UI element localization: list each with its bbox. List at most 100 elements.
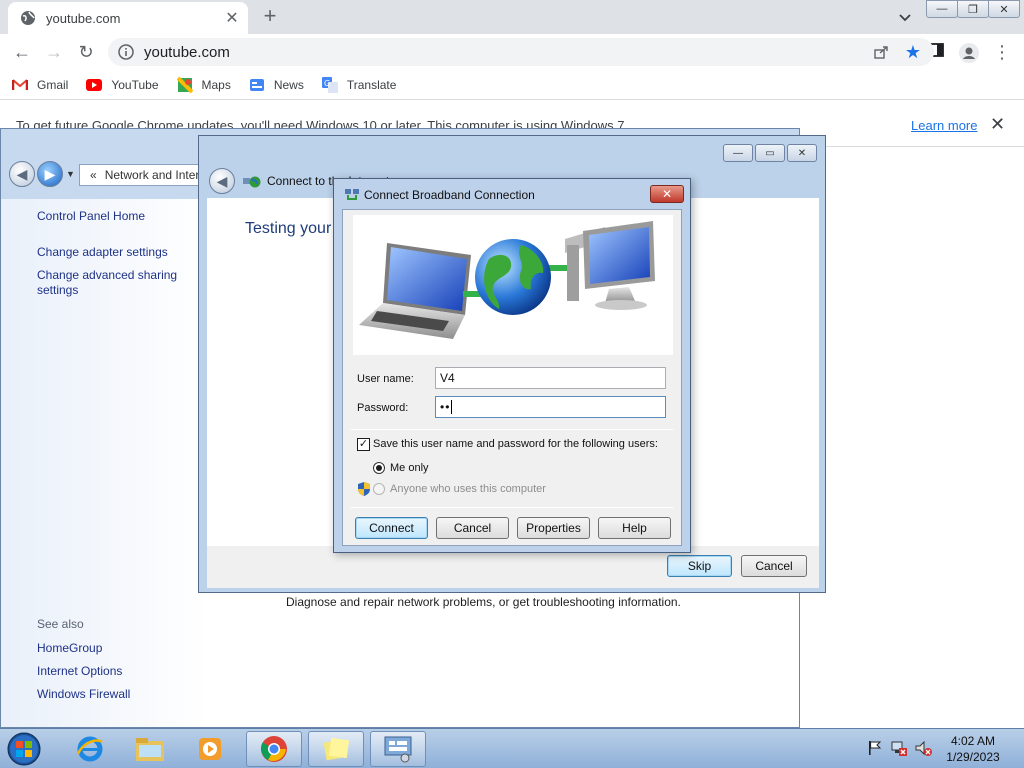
- help-button[interactable]: Help: [598, 517, 671, 539]
- restore-button[interactable]: ❐: [957, 0, 989, 18]
- tab-close-button[interactable]: ✕: [220, 8, 244, 28]
- close-window-button[interactable]: ✕: [988, 0, 1020, 18]
- svg-text:G: G: [324, 79, 330, 88]
- wizard-minimize-button[interactable]: —: [723, 144, 753, 162]
- bookmark-maps[interactable]: Maps: [176, 76, 231, 93]
- profile-avatar-icon[interactable]: [958, 42, 979, 63]
- save-credentials-label[interactable]: Save this user name and password for the…: [373, 438, 658, 450]
- taskbar-internet-explorer[interactable]: [62, 731, 118, 767]
- youtube-icon: [86, 77, 103, 93]
- uac-shield-icon: [358, 482, 370, 496]
- dialog-close-button[interactable]: ✕: [650, 185, 684, 203]
- breadcrumb-overflow[interactable]: «: [90, 168, 97, 182]
- anyone-radio[interactable]: [373, 483, 385, 495]
- taskbar-media-player[interactable]: [182, 731, 238, 767]
- username-label: User name:: [357, 373, 414, 385]
- site-info-icon[interactable]: [118, 44, 134, 60]
- me-only-label[interactable]: Me only: [390, 462, 429, 474]
- bookmark-star-icon[interactable]: ★: [902, 41, 924, 63]
- wizard-back-icon[interactable]: ◀: [209, 168, 235, 194]
- wizard-window-controls: — ▭ ✕: [721, 144, 817, 162]
- explorer-address-bar[interactable]: « Network and Internet: [79, 164, 209, 186]
- forward-arrow-icon[interactable]: →: [44, 42, 64, 62]
- password-input[interactable]: ••: [435, 396, 666, 418]
- properties-button[interactable]: Properties: [517, 517, 590, 539]
- action-center-flag-icon[interactable]: [866, 739, 884, 757]
- control-panel-icon: [384, 736, 412, 763]
- share-icon[interactable]: [870, 41, 892, 63]
- maps-icon: [176, 76, 193, 93]
- bookmark-gmail[interactable]: Gmail: [12, 77, 68, 93]
- divider: [351, 429, 673, 430]
- text-caret: [451, 400, 453, 414]
- bookmarks-bar: Gmail YouTube Maps News G Translate: [0, 70, 1024, 100]
- chrome-tabstrip: youtube.com ✕ + — ❐ ✕: [0, 0, 1024, 34]
- skip-button[interactable]: Skip: [667, 555, 732, 577]
- recent-pages-chevron-icon[interactable]: ▼: [66, 169, 75, 179]
- connect-button[interactable]: Connect: [355, 517, 428, 539]
- bookmark-translate[interactable]: G Translate: [321, 76, 396, 93]
- wizard-cancel-button[interactable]: Cancel: [741, 555, 807, 577]
- volume-muted-icon[interactable]: [914, 739, 932, 757]
- divider: [351, 507, 673, 508]
- tab-title: youtube.com: [46, 10, 121, 26]
- explorer-back-icon[interactable]: ◀: [9, 161, 35, 187]
- back-arrow-icon[interactable]: ←: [12, 42, 32, 62]
- breadcrumb[interactable]: Network and Internet: [105, 168, 208, 182]
- notes-icon: [323, 737, 350, 761]
- sidebar-item-change-advanced-sharing[interactable]: Change advanced sharing settings: [37, 268, 197, 298]
- network-globe-icon: [243, 176, 261, 188]
- new-tab-button[interactable]: +: [258, 4, 282, 28]
- tab-search-chevron-icon[interactable]: [896, 8, 914, 26]
- anyone-label: Anyone who uses this computer: [390, 483, 546, 495]
- sidebar-item-internet-options[interactable]: Internet Options: [37, 664, 122, 679]
- dialog-cancel-button[interactable]: Cancel: [436, 517, 509, 539]
- diagnose-description: Diagnose and repair network problems, or…: [286, 595, 681, 609]
- more-menu-icon[interactable]: ⋮: [992, 42, 1012, 62]
- bookmark-label: News: [273, 77, 304, 92]
- learn-more-link[interactable]: Learn more: [911, 118, 977, 133]
- bookmark-label: Gmail: [37, 77, 69, 92]
- radio-selected-dot: [376, 465, 382, 471]
- news-icon: [249, 77, 265, 93]
- bookmark-label: YouTube: [111, 77, 159, 92]
- username-input[interactable]: V4: [435, 367, 666, 389]
- internet-explorer-icon: [76, 736, 103, 762]
- address-bar[interactable]: youtube.com ★: [108, 38, 934, 66]
- sidebar-item-windows-firewall[interactable]: Windows Firewall: [37, 687, 130, 702]
- system-clock[interactable]: 4:02 AM 1/29/2023: [940, 733, 1006, 765]
- sidebar-item-homegroup[interactable]: HomeGroup: [37, 641, 102, 656]
- bookmark-news[interactable]: News: [249, 77, 304, 93]
- taskbar-file-explorer[interactable]: [122, 731, 178, 767]
- chrome-icon: [261, 736, 287, 762]
- wizard-restore-button[interactable]: ▭: [755, 144, 785, 162]
- bookmark-youtube[interactable]: YouTube: [86, 77, 159, 93]
- clock-date: 1/29/2023: [946, 750, 1000, 764]
- save-credentials-checkbox[interactable]: ✓: [357, 438, 370, 451]
- sidebar-item-change-adapter-settings[interactable]: Change adapter settings: [37, 245, 168, 260]
- taskbar-chrome[interactable]: [246, 731, 302, 767]
- connection-illustration: [353, 215, 673, 355]
- media-player-icon: [199, 738, 221, 760]
- reload-icon[interactable]: ↻: [76, 42, 96, 62]
- clock-time: 4:02 AM: [950, 734, 996, 748]
- broadband-connection-icon: [345, 189, 359, 200]
- checkmark-icon: ✓: [358, 438, 369, 450]
- address-text: youtube.com: [144, 43, 230, 61]
- start-orb-icon[interactable]: [4, 730, 44, 768]
- minimize-button[interactable]: —: [926, 0, 958, 18]
- taskbar-sticky-notes[interactable]: [308, 731, 364, 767]
- infobar-close-button[interactable]: ✕: [990, 114, 1005, 135]
- taskbar-control-panel[interactable]: [370, 731, 426, 767]
- wizard-close-button[interactable]: ✕: [787, 144, 817, 162]
- password-mask: ••: [440, 400, 451, 414]
- folder-icon: [136, 738, 164, 761]
- explorer-forward-icon[interactable]: ▶: [37, 161, 63, 187]
- translate-icon: G: [321, 76, 338, 93]
- laptop-globe-computer-icon: [359, 221, 655, 339]
- me-only-radio[interactable]: [373, 462, 385, 474]
- network-disconnected-icon[interactable]: [890, 739, 908, 757]
- control-panel-sidebar: Control Panel Home Change adapter settin…: [1, 199, 208, 727]
- browser-tab[interactable]: youtube.com ✕: [8, 2, 248, 34]
- sidebar-item-control-panel-home[interactable]: Control Panel Home: [37, 209, 145, 224]
